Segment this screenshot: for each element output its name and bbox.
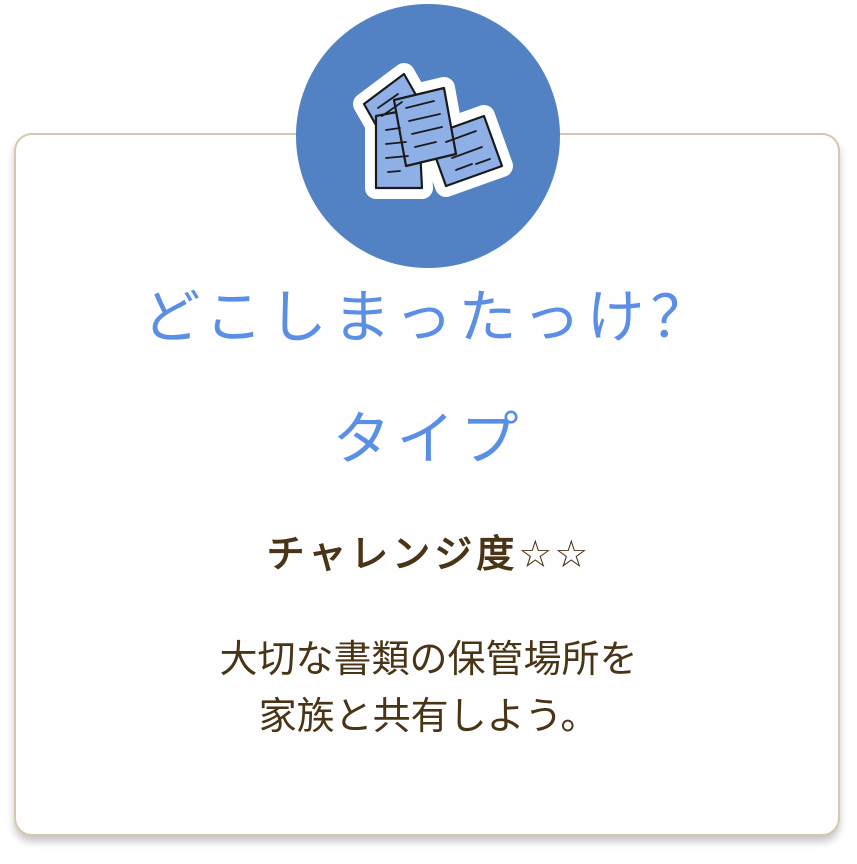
description-line-1: 大切な書類の保管場所を	[219, 637, 638, 681]
description-line-2: 家族と共有しよう。	[258, 694, 599, 738]
document-badge	[296, 4, 560, 268]
type-title-line-2: タイプ	[332, 405, 525, 473]
documents-icon	[353, 63, 513, 199]
type-title-line-1: どこしまったっけ？	[142, 283, 715, 351]
challenge-stars: ☆☆	[518, 532, 591, 576]
type-card-stage: どこしまったっけ？ タイプ チャレンジ度☆☆ 大切な書類の保管場所を 家族と共有…	[0, 0, 857, 864]
challenge-label: チャレンジ度	[266, 532, 519, 576]
challenge-level: チャレンジ度☆☆	[0, 535, 857, 573]
